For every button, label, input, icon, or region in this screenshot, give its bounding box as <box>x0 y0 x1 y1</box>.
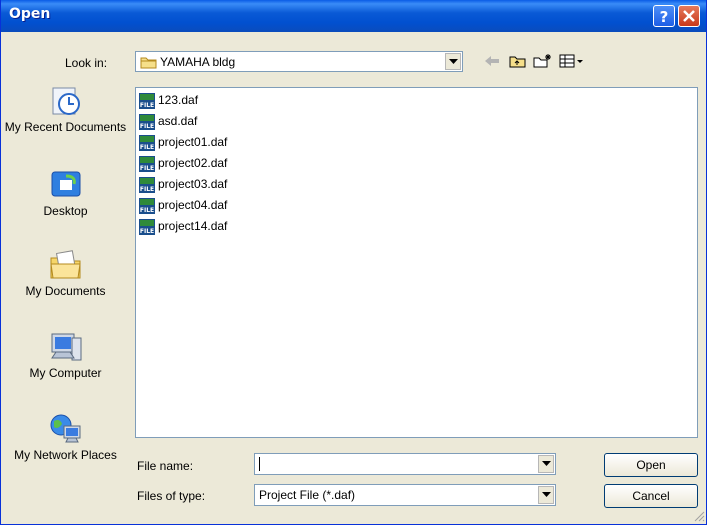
file-type-value: Project File (*.daf) <box>259 488 356 502</box>
svg-text:FILE: FILE <box>140 144 154 151</box>
daf-file-icon: FILE <box>139 156 155 172</box>
svg-text:FILE: FILE <box>140 186 154 193</box>
file-name-input[interactable] <box>254 453 556 475</box>
daf-file-icon: FILE <box>139 219 155 235</box>
place-label-documents: My Documents <box>25 284 106 298</box>
file-name: project04.daf <box>158 198 228 212</box>
my-computer-icon <box>50 333 81 361</box>
places-bar: My Recent Documents Desktop My Documents <box>4 84 127 504</box>
chevron-down-icon <box>542 461 551 466</box>
folder-icon <box>140 57 157 69</box>
resize-grip-icon[interactable] <box>693 510 705 522</box>
new-folder-icon[interactable] <box>533 53 553 69</box>
daf-file-icon: FILE <box>139 114 155 130</box>
place-recent-documents[interactable]: My Recent Documents <box>4 84 127 134</box>
file-name: project02.daf <box>158 156 228 170</box>
place-label-computer: My Computer <box>29 366 102 380</box>
place-label-network: My Network Places <box>14 448 117 462</box>
svg-text:FILE: FILE <box>140 228 154 235</box>
chevron-down-icon <box>449 59 458 64</box>
file-type-label: Files of type: <box>137 489 206 503</box>
file-name: project14.daf <box>158 219 228 233</box>
text-cursor <box>259 457 260 471</box>
file-name: 123.daf <box>158 93 199 107</box>
daf-file-icon: FILE <box>139 177 155 193</box>
dialog-title: Open <box>9 6 51 22</box>
svg-text:?: ? <box>660 8 669 26</box>
file-list[interactable]: FILE 123.daf FILE asd.daf FILE project01… <box>135 87 698 438</box>
look-in-dropdown-arrow[interactable] <box>445 53 461 70</box>
daf-file-icon: FILE <box>139 93 155 109</box>
svg-text:FILE: FILE <box>140 207 154 214</box>
place-my-documents[interactable]: My Documents <box>4 248 127 298</box>
help-button[interactable]: ? <box>653 5 675 27</box>
place-label-desktop: Desktop <box>43 204 88 218</box>
up-folder-icon[interactable] <box>509 53 527 69</box>
file-type-dropdown-arrow[interactable] <box>538 486 554 504</box>
file-name-dropdown-arrow[interactable] <box>538 455 554 473</box>
svg-text:FILE: FILE <box>140 123 154 130</box>
open-button[interactable]: Open <box>604 453 698 477</box>
file-name: project03.daf <box>158 177 228 191</box>
back-arrow-icon[interactable] <box>483 53 501 69</box>
place-desktop[interactable]: Desktop <box>4 168 127 218</box>
file-name: asd.daf <box>158 114 198 128</box>
look-in-value: YAMAHA bldg <box>160 55 236 69</box>
file-name: project01.daf <box>158 135 228 149</box>
look-in-dropdown[interactable]: YAMAHA bldg <box>135 51 463 72</box>
chevron-down-icon <box>542 492 551 497</box>
my-documents-icon <box>49 250 81 279</box>
view-menu-icon[interactable] <box>559 53 585 69</box>
daf-file-icon: FILE <box>139 198 155 214</box>
look-in-label: Look in: <box>65 56 108 70</box>
close-icon <box>683 10 695 22</box>
place-label-recent: My Recent Documents <box>4 120 127 134</box>
close-button[interactable] <box>678 5 700 27</box>
file-name-label: File name: <box>137 459 194 473</box>
recent-documents-icon <box>52 87 80 115</box>
network-places-icon <box>50 414 80 443</box>
cancel-button[interactable]: Cancel <box>604 484 698 508</box>
file-type-dropdown[interactable]: Project File (*.daf) <box>254 484 556 506</box>
svg-text:FILE: FILE <box>140 165 154 172</box>
question-mark-icon: ? <box>660 8 669 26</box>
svg-text:FILE: FILE <box>140 102 154 109</box>
place-my-computer[interactable]: My Computer <box>4 330 127 380</box>
place-network-places[interactable]: My Network Places <box>4 412 127 462</box>
daf-file-icon: FILE <box>139 135 155 151</box>
title-bar[interactable]: Open ? <box>1 0 706 32</box>
open-dialog: Open ? Look in: YAMAHA bldg My Recent Do… <box>0 0 707 525</box>
desktop-icon <box>51 171 80 197</box>
